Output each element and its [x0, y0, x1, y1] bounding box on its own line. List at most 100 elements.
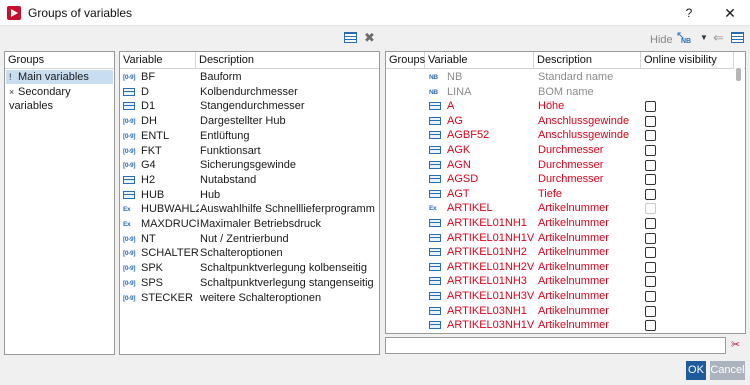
- vertical-scrollbar[interactable]: [734, 53, 744, 332]
- expression-variable-icon: Ex: [429, 205, 437, 213]
- variable-row[interactable]: [0-9] BF Bauform: [120, 70, 379, 85]
- assigned-variable-name: ARTIKEL03NH1V: [447, 319, 535, 332]
- online-visibility-checkbox[interactable]: [645, 232, 656, 244]
- assigned-variable-name: AGK: [447, 144, 471, 156]
- group-status-icon: ×: [9, 86, 15, 97]
- delete-x-icon[interactable]: ✖: [364, 31, 380, 45]
- assigned-variable-row[interactable]: AGT Tiefe: [386, 187, 734, 202]
- online-visibility-checkbox[interactable]: [645, 320, 656, 332]
- title-bar: Groups of variables ? ✕: [0, 0, 750, 26]
- online-visibility-checkbox[interactable]: [645, 218, 656, 229]
- online-visibility-checkbox[interactable]: [645, 261, 656, 273]
- assigned-variable-row[interactable]: AGN Durchmesser: [386, 158, 734, 173]
- variable-row[interactable]: D1 Stangendurchmesser: [120, 99, 379, 114]
- assigned-variable-row[interactable]: AGBF52 Anschlussgewinde: [386, 128, 734, 143]
- hide-label[interactable]: Hide: [650, 34, 673, 46]
- assigned-variable-name: ARTIKEL01NH2V: [447, 260, 535, 273]
- variable-column-header[interactable]: Variable: [120, 52, 196, 69]
- assigned-variable-name: AGT: [447, 187, 470, 200]
- description-column-header[interactable]: Description: [196, 52, 379, 69]
- variable-row[interactable]: [0-9] FKT Funktionsart: [120, 144, 379, 159]
- assigned-variable-row[interactable]: A Höhe: [386, 99, 734, 114]
- scrollbar-thumb[interactable]: [736, 68, 741, 81]
- ok-button[interactable]: OK: [686, 361, 706, 380]
- measure-variable-icon: [429, 160, 443, 170]
- online-visibility-checkbox[interactable]: [645, 247, 656, 259]
- variable-row[interactable]: Ex HUBWAHL2 Auswahlhilfe Schnelllieferprog…: [120, 202, 379, 217]
- numeric-variable-icon: [0-9]: [123, 162, 136, 170]
- expression-variable-icon: Ex: [123, 221, 131, 228]
- online-visibility-column-header[interactable]: Online visibility: [641, 52, 734, 69]
- cancel-button[interactable]: Cancel: [710, 361, 745, 380]
- assigned-variable-row[interactable]: ARTIKEL01NH3V Artikelnummer: [386, 289, 734, 304]
- assigned-variable-row[interactable]: ARTIKEL01NH2V Artikelnummer: [386, 260, 734, 275]
- online-visibility-checkbox[interactable]: [645, 159, 656, 171]
- arrow-left-icon[interactable]: ⇐: [713, 31, 724, 44]
- list-view-right-icon[interactable]: [731, 32, 747, 46]
- assigned-variable-row[interactable]: ARTIKEL01NH1V Artikelnummer: [386, 231, 734, 246]
- assigned-variable-row[interactable]: AGK Durchmesser: [386, 143, 734, 158]
- assigned-variable-description: Artikelnummer: [538, 319, 609, 332]
- assigned-variable-name: ARTIKEL01NH1: [447, 217, 527, 229]
- group-item[interactable]: × Secondary variables: [6, 85, 113, 112]
- assigned-variable-row[interactable]: ARTIKEL03NH1V Artikelnummer: [386, 318, 734, 333]
- assigned-description-column-header[interactable]: Description: [534, 52, 641, 69]
- assigned-variable-row[interactable]: NB NB Standard name: [386, 70, 734, 85]
- measure-variable-icon: [429, 116, 443, 126]
- group-item[interactable]: ! Main variables: [6, 70, 113, 84]
- assigned-variable-row[interactable]: ARTIKEL01NH2 Artikelnummer: [386, 245, 734, 260]
- variable-description: Dargestellter Hub: [200, 115, 286, 128]
- variable-row[interactable]: [0-9] ENTL Entlüftung: [120, 129, 379, 144]
- variable-name: HUB: [141, 188, 165, 201]
- assigned-variable-row[interactable]: ARTIKEL01NH1 Artikelnummer: [386, 216, 734, 231]
- measure-variable-icon: [429, 189, 443, 199]
- variable-row[interactable]: [0-9] SPS Schaltpunktverlegung stangenseit…: [120, 276, 379, 291]
- variable-row[interactable]: H2 Nutabstand: [120, 173, 379, 188]
- online-visibility-checkbox[interactable]: [645, 276, 656, 288]
- assigned-variable-row[interactable]: ARTIKEL03NH1 Artikelnummer: [386, 304, 734, 319]
- name-nb-icon[interactable]: ↖ NB: [676, 31, 698, 47]
- group-item-label: Main variables: [18, 71, 89, 83]
- assigned-variable-description: Durchmesser: [538, 173, 604, 186]
- online-visibility-checkbox[interactable]: [645, 291, 656, 302]
- variable-row[interactable]: [0-9] G4 Sicherungsgewinde: [120, 158, 379, 173]
- numeric-variable-icon: [0-9]: [123, 294, 136, 302]
- assigned-variable-row[interactable]: ARTIKEL01NH3 Artikelnummer: [386, 274, 734, 289]
- clear-filter-icon[interactable]: ✂: [731, 338, 745, 352]
- variable-row[interactable]: Ex MAXDRUCK Maximaler Betriebsdruck: [120, 217, 379, 232]
- variable-description: Funktionsart: [200, 144, 261, 157]
- variable-name: DH: [141, 115, 157, 128]
- measure-variable-icon: [123, 175, 137, 185]
- online-visibility-checkbox[interactable]: [645, 174, 656, 186]
- groups-column-header[interactable]: Groups: [386, 52, 425, 69]
- online-visibility-checkbox[interactable]: [645, 145, 656, 156]
- variable-row[interactable]: [0-9] STECKER weitere Schalteroptionen: [120, 291, 379, 306]
- variable-row[interactable]: HUB Hub: [120, 188, 379, 203]
- assigned-variable-name: ARTIKEL03NH1: [447, 304, 527, 317]
- variable-row[interactable]: D Kolbendurchmesser: [120, 85, 379, 100]
- groups-header-label[interactable]: Groups: [5, 52, 114, 69]
- assigned-variable-row[interactable]: NB LINA BOM name: [386, 85, 734, 100]
- variable-row[interactable]: [0-9] SCHALTER2 Schalteroptionen: [120, 246, 379, 261]
- assigned-variable-row[interactable]: AG Anschlussgewinde: [386, 114, 734, 129]
- measure-variable-icon: [429, 306, 443, 316]
- online-visibility-checkbox[interactable]: [645, 101, 656, 113]
- online-visibility-checkbox[interactable]: [645, 115, 656, 127]
- chevron-down-icon[interactable]: ▼: [700, 33, 708, 42]
- online-visibility-checkbox[interactable]: [645, 305, 656, 317]
- variable-row[interactable]: [0-9] SPK Schaltpunktverlegung kolbenseiti…: [120, 261, 379, 276]
- assigned-variable-row[interactable]: AGSD Durchmesser: [386, 172, 734, 187]
- close-button[interactable]: ✕: [719, 4, 741, 22]
- variable-row[interactable]: [0-9] DH Dargestellter Hub: [120, 114, 379, 129]
- assigned-variable-description: Artikelnummer: [538, 231, 609, 244]
- name-variable-icon: NB: [429, 88, 438, 96]
- numeric-variable-icon: [0-9]: [123, 132, 136, 140]
- list-view-icon[interactable]: [344, 32, 360, 46]
- help-button[interactable]: ?: [681, 4, 697, 22]
- filter-input[interactable]: [385, 337, 726, 354]
- online-visibility-checkbox[interactable]: [645, 130, 656, 142]
- online-visibility-checkbox[interactable]: [645, 188, 656, 200]
- assigned-variable-column-header[interactable]: Variable: [425, 52, 534, 69]
- assigned-variable-row[interactable]: Ex ARTIKEL Artikelnummer: [386, 201, 734, 216]
- variable-row[interactable]: [0-9] NT Nut / Zentrierbund: [120, 232, 379, 247]
